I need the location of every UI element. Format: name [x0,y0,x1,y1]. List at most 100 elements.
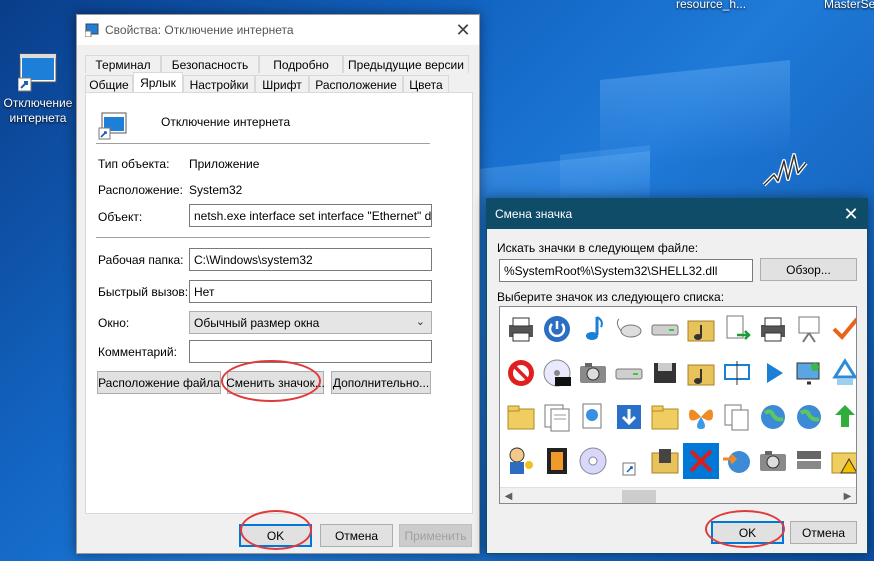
scroll-right-icon[interactable]: ▶ [839,488,856,503]
dialog-ok-button[interactable]: OK [711,521,784,544]
close-icon[interactable] [683,443,719,479]
video-folder-icon[interactable] [647,443,683,479]
display-icon[interactable] [791,355,827,391]
hotkey-label: Быстрый вызов: [98,285,189,299]
tab-terminal[interactable]: Терминал [85,55,161,73]
checkmark-icon[interactable] [827,311,856,347]
projector-icon[interactable] [791,311,827,347]
folder-icon[interactable] [503,399,539,435]
desktop-label-masterse[interactable]: MasterSe [824,0,874,11]
waveform-desktop-icon[interactable] [760,145,810,195]
tab-security[interactable]: Безопасность [161,55,259,73]
tab-shortcut[interactable]: Ярлык [133,72,183,93]
refresh-icon[interactable] [827,399,856,435]
cancel-button[interactable]: Отмена [320,524,393,547]
advanced-button[interactable]: Дополнительно... [331,371,431,394]
printer-icon[interactable] [755,311,791,347]
recycle-icon[interactable] [827,355,856,391]
window-size-select[interactable]: Обычный размер окна ⌄ [189,311,432,334]
drive-icon[interactable] [611,355,647,391]
change-icon-dialog: Смена значка ✕ Искать значки в следующем… [486,198,868,554]
power-icon[interactable] [539,311,575,347]
workdir-field[interactable]: C:\Windows\system32 [189,248,432,271]
change-icon-titlebar[interactable]: Смена значка ✕ [487,199,867,229]
close-icon[interactable]: ✕ [835,199,867,229]
copy-icon[interactable] [719,399,755,435]
tab-font[interactable]: Шрифт [255,75,309,93]
comment-label: Комментарий: [98,345,177,359]
tab-row-1: Терминал Безопасность Подробно Предыдущи… [85,55,469,73]
printer-document-icon[interactable] [575,399,611,435]
icon-file-path-field[interactable]: %SystemRoot%\System32\SHELL32.dll [499,259,753,282]
chevron-down-icon: ⌄ [415,316,425,328]
stop-icon[interactable] [503,355,539,391]
drive-icon[interactable] [647,311,683,347]
camera-icon[interactable] [575,355,611,391]
type-value: Приложение [189,157,260,171]
target-field[interactable]: netsh.exe interface set interface "Ether… [189,204,432,227]
comment-field[interactable] [189,340,432,363]
tab-general[interactable]: Общие [85,75,133,93]
scroll-thumb[interactable] [622,490,656,503]
document-arrow-icon[interactable] [719,311,755,347]
target-field-value: netsh.exe interface set interface "Ether… [194,208,432,223]
mouse-icon[interactable] [611,311,647,347]
desktop-label-resource[interactable]: resource_h... [676,0,746,11]
warning-folder-icon[interactable] [827,443,856,479]
desktop-shortcut-label: Отключение интернета [3,96,73,125]
globe-icon[interactable] [755,399,791,435]
folder-icon[interactable] [647,399,683,435]
server-icon[interactable] [791,443,827,479]
window-size-value: Обычный размер окна [194,315,320,330]
music-folder-icon[interactable] [683,311,719,347]
tab-colors[interactable]: Цвета [403,75,449,93]
shortcut-name: Отключение интернета [161,115,291,129]
file-location-button[interactable]: Расположение файла [97,371,221,394]
butterfly-icon[interactable] [683,399,719,435]
separator-1 [96,143,430,144]
location-label: Расположение: [98,183,183,197]
cd-icon[interactable] [575,443,611,479]
tab-layout[interactable]: Расположение [309,75,403,93]
shortcut-icon [17,52,58,92]
ok-button[interactable]: OK [239,524,312,547]
globe-icon[interactable] [791,399,827,435]
documents-icon[interactable] [539,399,575,435]
shortcut-large-icon [98,111,128,141]
change-icon-button[interactable]: Сменить значок... [226,371,325,394]
horizontal-scrollbar[interactable]: ◀ ▶ [500,487,856,503]
location-value: System32 [189,183,243,197]
apply-button[interactable]: Применить [399,524,472,547]
window-label: Окно: [98,316,130,330]
tab-options[interactable]: Настройки [183,75,255,93]
film-icon[interactable] [539,443,575,479]
dvd-icon[interactable] [539,355,575,391]
hotkey-field[interactable]: Нет [189,280,432,303]
tab-row-2: Общие Ярлык Настройки Шрифт Расположение… [85,72,449,93]
camera-icon[interactable] [755,443,791,479]
select-icon-label: Выберите значок из следующего списка: [497,290,725,304]
music-folder-icon[interactable] [683,355,719,391]
floppy-icon[interactable] [647,355,683,391]
globe-arrow-icon[interactable] [719,443,755,479]
window-app-icon [84,23,99,38]
user-key-icon[interactable] [503,443,539,479]
workdir-label: Рабочая папка: [98,253,184,267]
icon-list[interactable]: ◀ ▶ [499,306,857,504]
target-label: Объект: [98,210,143,224]
play-icon[interactable] [755,355,791,391]
tab-previous-versions[interactable]: Предыдущие версии [343,55,469,73]
dialog-cancel-button[interactable]: Отмена [790,521,857,544]
tab-details[interactable]: Подробно [259,55,343,73]
browse-button[interactable]: Обзор... [760,258,857,281]
scroll-left-icon[interactable]: ◀ [500,488,517,503]
close-icon[interactable]: ✕ [447,15,479,45]
shortcut-tab-panel: Отключение интернета Тип объекта: Прилож… [85,92,473,514]
monitor-icon[interactable] [719,355,755,391]
music-note-icon[interactable] [575,311,611,347]
desktop-shortcut[interactable]: Отключение интернета [0,52,76,126]
shortcut-icon[interactable] [611,443,647,479]
printer-icon[interactable] [503,311,539,347]
properties-titlebar[interactable]: Свойства: Отключение интернета ✕ [77,15,479,45]
download-icon[interactable] [611,399,647,435]
